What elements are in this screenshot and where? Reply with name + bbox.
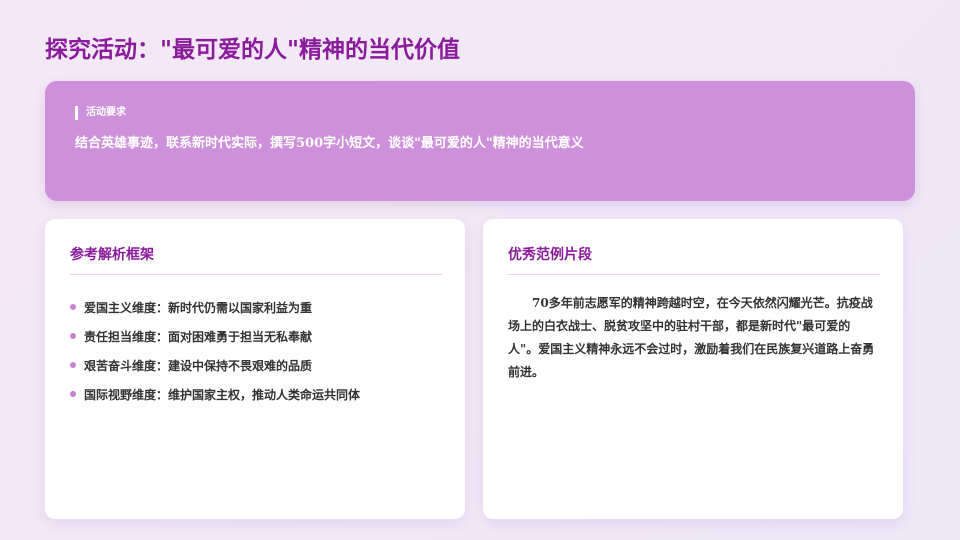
framework-list: 爱国主义维度：新时代仍需以国家利益为重 责任担当维度：面对困难勇于担当无私奉献 …	[70, 299, 450, 415]
list-item-label: 艰苦奋斗维度：建设中保持不畏艰难的品质	[84, 359, 313, 373]
list-item: 爱国主义维度：新时代仍需以国家利益为重	[70, 299, 450, 328]
bullet-dot	[70, 304, 76, 310]
list-item-label: 责任担当维度：面对困难勇于担当无私奉献	[84, 330, 313, 344]
list-item-label: 国际视野维度：维护国家主权，推动人类命运共同体	[84, 388, 361, 402]
bullet-dot	[70, 333, 76, 339]
page-title: 探究活动："最可爱的人"精神的当代价值	[45, 36, 460, 63]
example-card: 优秀范例片段 70多年前志愿军的精神跨越时空，在今天依然闪耀光芒。抗疫战场上的白…	[483, 219, 903, 519]
list-item: 艰苦奋斗维度：建设中保持不畏艰难的品质	[70, 357, 450, 386]
bullet-dot	[70, 362, 76, 368]
bullet-dot	[70, 391, 76, 397]
activity-requirement-card: 活动要求 结合英雄事迹，联系新时代实际，撰写500字小短文，谈谈"最可爱的人"精…	[45, 81, 915, 201]
framework-card: 参考解析框架 爱国主义维度：新时代仍需以国家利益为重 责任担当维度：面对困难勇于…	[45, 219, 465, 519]
list-item: 国际视野维度：维护国家主权，推动人类命运共同体	[70, 386, 450, 415]
example-text: 70多年前志愿军的精神跨越时空，在今天依然闪耀光芒。抗疫战场上的白衣战士、脱贫攻…	[508, 296, 875, 379]
requirement-label: 活动要求	[75, 106, 126, 120]
example-title: 优秀范例片段	[508, 244, 880, 275]
list-item-label: 爱国主义维度：新时代仍需以国家利益为重	[84, 301, 313, 315]
framework-title: 参考解析框架	[70, 244, 442, 275]
requirement-text: 结合英雄事迹，联系新时代实际，撰写500字小短文，谈谈"最可爱的人"精神的当代意…	[75, 136, 584, 151]
list-item: 责任担当维度：面对困难勇于担当无私奉献	[70, 328, 450, 357]
